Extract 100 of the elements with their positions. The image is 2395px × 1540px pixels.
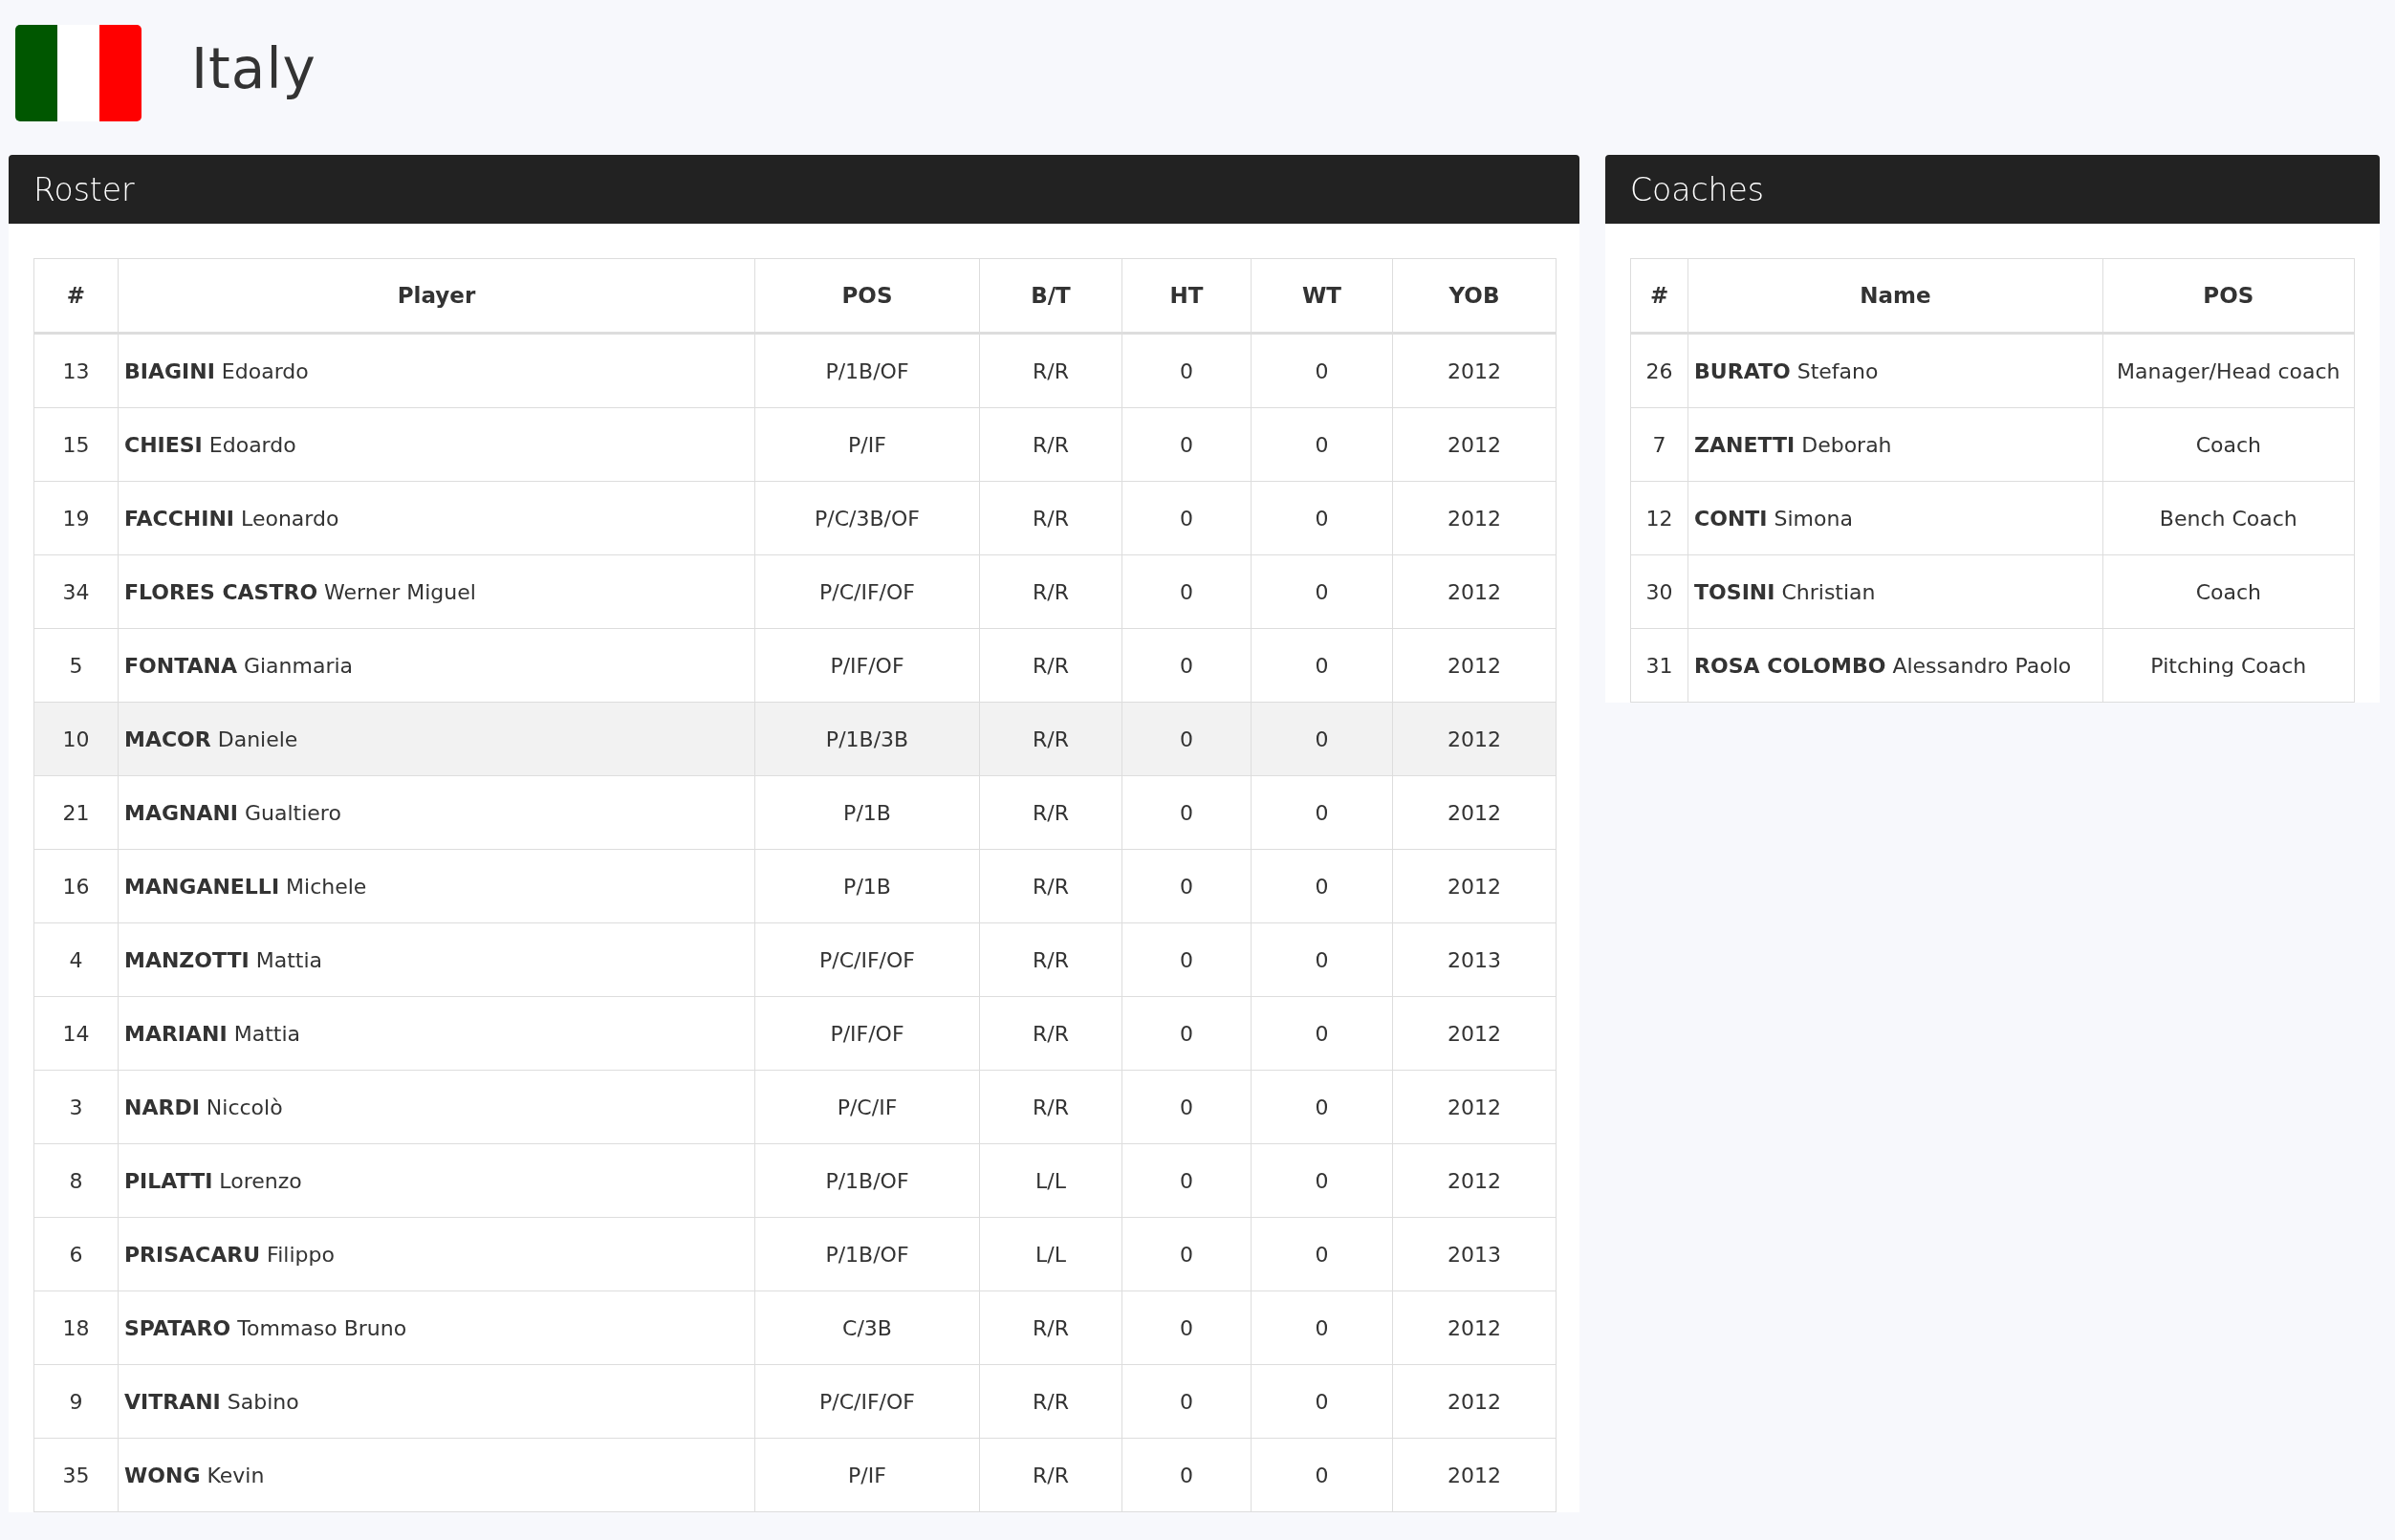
table-cell: P/IF <box>754 1438 980 1512</box>
table-cell: L/L <box>979 1217 1122 1291</box>
table-cell: 13 <box>33 333 119 408</box>
table-cell: R/R <box>979 407 1122 482</box>
table-cell: P/C/IF/OF <box>754 922 980 997</box>
flag-icon <box>15 24 142 121</box>
table-cell: 0 <box>1251 333 1393 408</box>
table-cell: 0 <box>1121 775 1252 850</box>
table-cell: L/L <box>979 1143 1122 1218</box>
table-cell: P/1B/OF <box>754 333 980 408</box>
table-cell: Bench Coach <box>2102 481 2355 555</box>
table-cell: 2012 <box>1392 849 1557 923</box>
table-cell: 2012 <box>1392 333 1557 408</box>
table-cell: 18 <box>33 1291 119 1365</box>
table-cell: R/R <box>979 702 1122 776</box>
name-cell: BIAGINI Edoardo <box>118 333 755 408</box>
table-cell: 0 <box>1121 1364 1252 1439</box>
table-cell: 4 <box>33 922 119 997</box>
table-cell: R/R <box>979 1291 1122 1365</box>
table-cell: P/1B <box>754 775 980 850</box>
table-cell: 2013 <box>1392 922 1557 997</box>
table-cell: R/R <box>979 1364 1122 1439</box>
table-cell: 35 <box>33 1438 119 1512</box>
table-cell: P/IF/OF <box>754 996 980 1071</box>
name-cell: PRISACARU Filippo <box>118 1217 755 1291</box>
name-cell: BURATO Stefano <box>1687 333 2103 408</box>
table-cell: 16 <box>33 849 119 923</box>
name-cell: MACOR Daniele <box>118 702 755 776</box>
table-cell: 0 <box>1251 1364 1393 1439</box>
table-cell: 0 <box>1121 849 1252 923</box>
table-cell: R/R <box>979 996 1122 1071</box>
table-cell: Coach <box>2102 554 2355 629</box>
table-cell: 12 <box>1630 481 1688 555</box>
table-cell: P/1B/OF <box>754 1217 980 1291</box>
table-cell: 34 <box>33 554 119 629</box>
table-cell: Manager/Head coach <box>2102 333 2355 408</box>
table-cell: 0 <box>1251 407 1393 482</box>
table-cell: 2012 <box>1392 1364 1557 1439</box>
table-cell: R/R <box>979 1070 1122 1144</box>
table-cell: 2012 <box>1392 407 1557 482</box>
table-cell: 0 <box>1251 849 1393 923</box>
table-cell: 2012 <box>1392 1438 1557 1512</box>
name-cell: MARIANI Mattia <box>118 996 755 1071</box>
table-cell: 0 <box>1251 554 1393 629</box>
table-cell: 2012 <box>1392 554 1557 629</box>
table-cell: 0 <box>1121 702 1252 776</box>
name-cell: NARDI Niccolò <box>118 1070 755 1144</box>
table-cell: 2012 <box>1392 702 1557 776</box>
table-cell: 0 <box>1121 1217 1252 1291</box>
table-cell: R/R <box>979 628 1122 703</box>
table-cell: P/C/IF/OF <box>754 1364 980 1439</box>
table-cell: 21 <box>33 775 119 850</box>
table-cell: 0 <box>1121 628 1252 703</box>
table-cell: 0 <box>1251 996 1393 1071</box>
table-cell: 0 <box>1121 996 1252 1071</box>
table-cell: R/R <box>979 922 1122 997</box>
table-cell: 26 <box>1630 333 1688 408</box>
panel-title: Coaches <box>1630 170 1764 208</box>
name-cell: SPATARO Tommaso Bruno <box>118 1291 755 1365</box>
name-cell: CHIESI Edoardo <box>118 407 755 482</box>
table-cell: 3 <box>33 1070 119 1144</box>
table-cell: 0 <box>1251 1217 1393 1291</box>
table-cell: P/C/3B/OF <box>754 481 980 555</box>
name-cell: PILATTI Lorenzo <box>118 1143 755 1218</box>
table-cell: 0 <box>1121 1070 1252 1144</box>
table-cell: 2013 <box>1392 1217 1557 1291</box>
table-cell: R/R <box>979 849 1122 923</box>
table-cell: P/IF <box>754 407 980 482</box>
table-cell: P/1B/OF <box>754 1143 980 1218</box>
name-cell: MAGNANI Gualtiero <box>118 775 755 850</box>
name-cell: FACCHINI Leonardo <box>118 481 755 555</box>
table-cell: 6 <box>33 1217 119 1291</box>
table-cell: 7 <box>1630 407 1688 482</box>
table-cell: 9 <box>33 1364 119 1439</box>
name-cell: MANGANELLI Michele <box>118 849 755 923</box>
table-cell: 0 <box>1121 481 1252 555</box>
table-cell: 2012 <box>1392 1291 1557 1365</box>
table-cell: Pitching Coach <box>2102 628 2355 703</box>
table-cell: 0 <box>1251 481 1393 555</box>
table-cell: 0 <box>1121 1438 1252 1512</box>
table-cell: 14 <box>33 996 119 1071</box>
table-cell: P/C/IF <box>754 1070 980 1144</box>
table-cell: 0 <box>1251 1143 1393 1218</box>
table-cell: Coach <box>2102 407 2355 482</box>
table-cell: R/R <box>979 481 1122 555</box>
table-cell: C/3B <box>754 1291 980 1365</box>
table-cell: 0 <box>1251 628 1393 703</box>
table-cell: 0 <box>1251 922 1393 997</box>
table-cell: P/C/IF/OF <box>754 554 980 629</box>
name-cell: ROSA COLOMBO Alessandro Paolo <box>1687 628 2103 703</box>
table-cell: 31 <box>1630 628 1688 703</box>
table-cell: R/R <box>979 333 1122 408</box>
table-cell: 0 <box>1251 1438 1393 1512</box>
table-cell: 2012 <box>1392 996 1557 1071</box>
table-cell: 30 <box>1630 554 1688 629</box>
table-cell: P/IF/OF <box>754 628 980 703</box>
table-cell: R/R <box>979 1438 1122 1512</box>
table-cell: 8 <box>33 1143 119 1218</box>
table-cell: 0 <box>1121 407 1252 482</box>
table-cell: 0 <box>1251 1291 1393 1365</box>
